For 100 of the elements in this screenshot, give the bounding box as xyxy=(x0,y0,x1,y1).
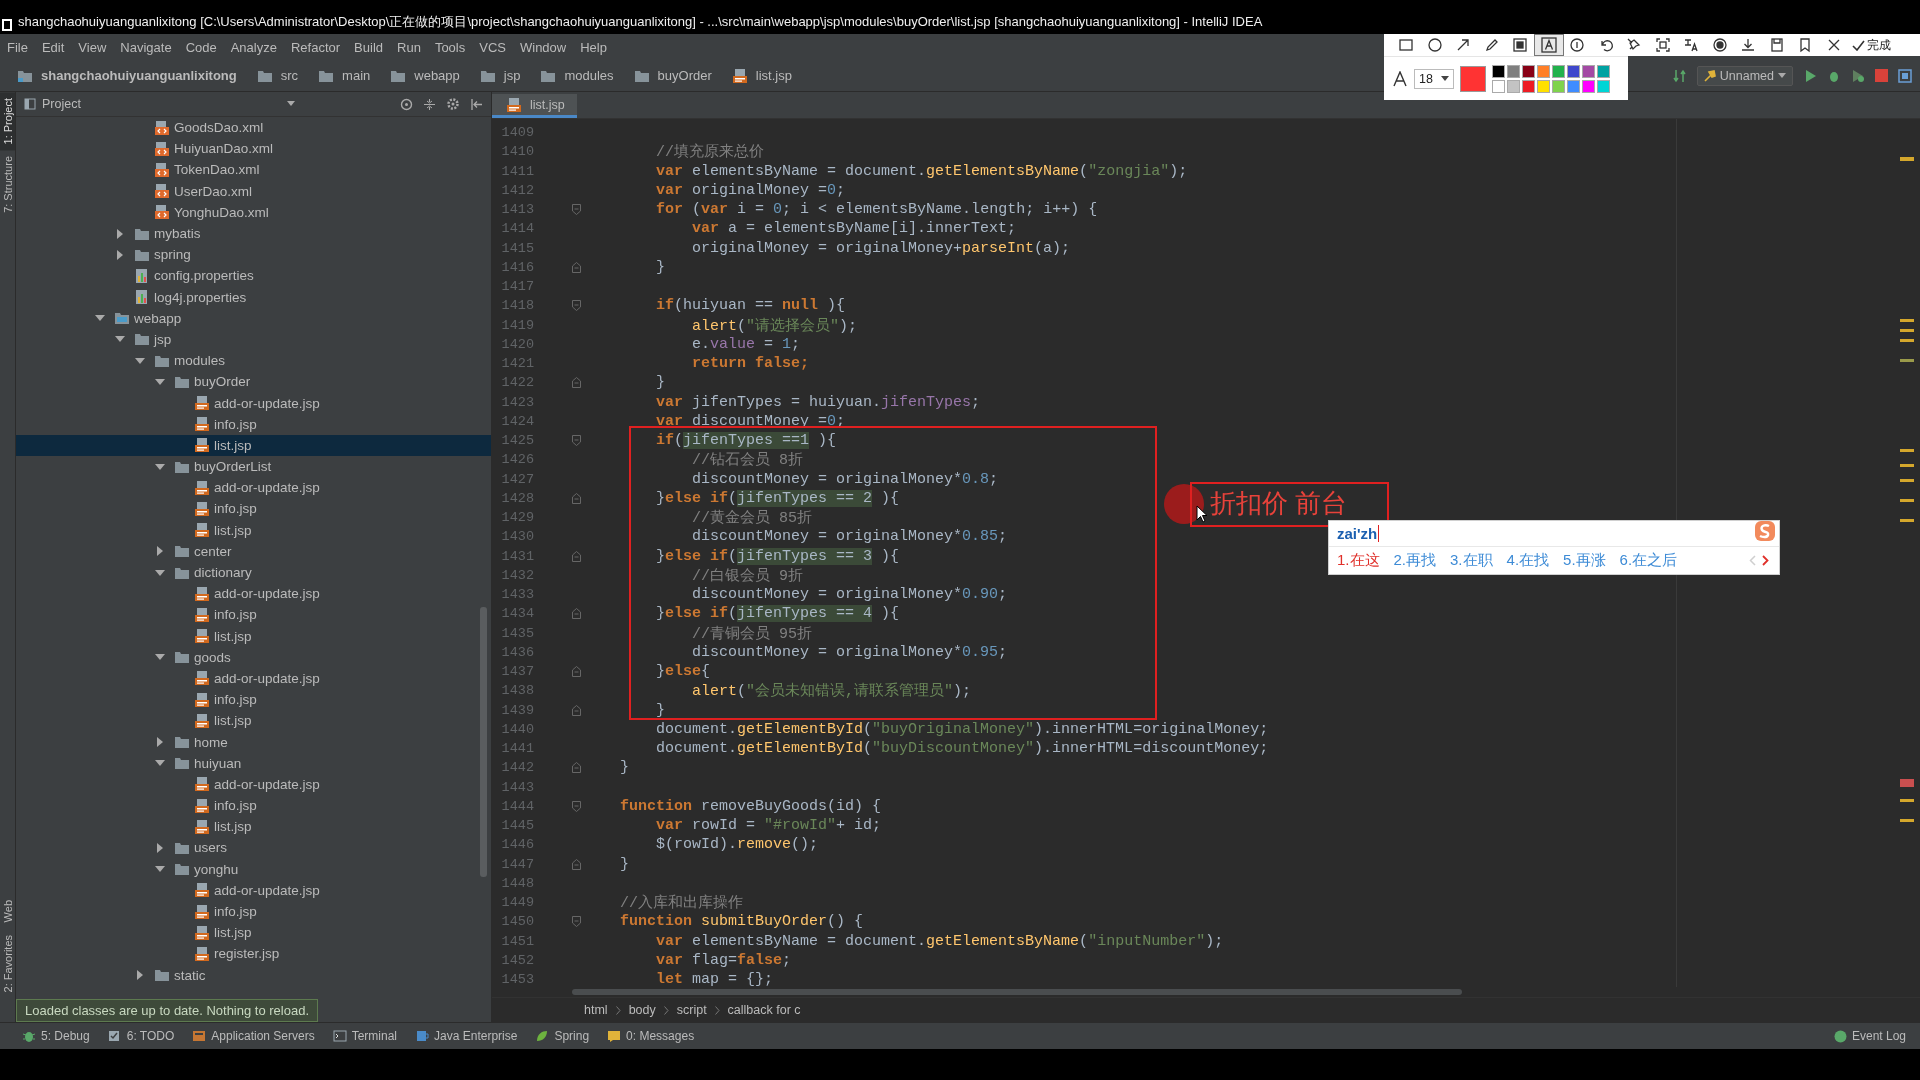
side-tab[interactable]: Web xyxy=(0,894,15,929)
breadcrumb-item[interactable]: html xyxy=(580,1003,612,1017)
tool-window-button[interactable]: 0: Messages xyxy=(607,1029,695,1043)
ime-candidate[interactable]: 1.在这 xyxy=(1337,551,1380,570)
tree-item[interactable]: info.jsp xyxy=(16,900,491,923)
tree-item[interactable]: webapp xyxy=(16,307,491,329)
scrollbar-thumb[interactable] xyxy=(572,989,1462,995)
tree-item[interactable]: info.jsp xyxy=(16,413,491,435)
color-swatch[interactable] xyxy=(1581,64,1595,78)
color-swatch[interactable] xyxy=(1566,79,1580,93)
coverage-icon[interactable] xyxy=(1851,68,1865,83)
fold-icon[interactable] xyxy=(572,608,581,620)
ime-candidate[interactable]: 5.再涨 xyxy=(1563,551,1606,570)
menu-item[interactable]: Navigate xyxy=(113,39,179,55)
menu-item[interactable]: Help xyxy=(573,39,614,55)
collapse-all-icon[interactable] xyxy=(423,97,436,111)
menu-item[interactable]: Code xyxy=(178,39,224,55)
tree-item[interactable]: add-or-update.jsp xyxy=(16,583,491,605)
editor-tab[interactable]: list.jsp xyxy=(492,94,577,118)
fold-icon[interactable] xyxy=(572,800,581,812)
tree-item[interactable]: center xyxy=(16,540,491,562)
breadcrumb-item[interactable]: list.jsp xyxy=(718,67,799,84)
fold-icon[interactable] xyxy=(572,550,581,562)
tree-item[interactable]: mybatis xyxy=(16,222,491,245)
tree-item[interactable]: dictionary xyxy=(16,561,491,584)
ime-candidate[interactable]: 6.在之后 xyxy=(1619,551,1678,570)
side-tab[interactable]: 1: Project xyxy=(0,92,15,151)
tree-item[interactable]: add-or-update.jsp xyxy=(16,667,491,690)
menu-item[interactable]: Window xyxy=(512,39,574,55)
tree-item[interactable]: list.jsp xyxy=(16,625,491,647)
tree-item[interactable]: home xyxy=(16,731,491,753)
menu-item[interactable]: Refactor xyxy=(283,39,348,55)
tree-item[interactable]: buyOrderList xyxy=(16,456,491,478)
annotation-tool-button[interactable] xyxy=(1534,35,1563,55)
tool-window-button[interactable]: Java Enterprise xyxy=(415,1029,518,1043)
tree-item[interactable]: static xyxy=(16,964,491,986)
tree-item[interactable]: add-or-update.jsp xyxy=(16,879,491,901)
tool-window-button[interactable]: 6: TODO xyxy=(107,1029,175,1043)
tree-item[interactable]: jsp xyxy=(16,328,491,351)
menu-item[interactable]: VCS xyxy=(472,39,513,55)
tree-item[interactable]: list.jsp xyxy=(16,434,491,456)
color-swatch[interactable] xyxy=(1566,64,1580,78)
breadcrumb-item[interactable]: buyOrder xyxy=(620,67,719,84)
color-swatch[interactable] xyxy=(1596,79,1610,93)
tree-item[interactable]: add-or-update.jsp xyxy=(16,477,491,499)
scrollbar-thumb[interactable] xyxy=(480,607,487,877)
fold-icon[interactable] xyxy=(572,261,581,273)
color-swatch[interactable] xyxy=(1491,64,1505,78)
color-swatch[interactable] xyxy=(1506,79,1520,93)
color-swatch[interactable] xyxy=(1521,64,1535,78)
tree-item[interactable]: info.jsp xyxy=(16,795,491,817)
fold-icon[interactable] xyxy=(572,492,581,504)
tree-item[interactable]: list.jsp xyxy=(16,519,491,541)
ime-candidate[interactable]: 4.在找 xyxy=(1506,551,1550,570)
tree-item[interactable]: modules xyxy=(16,350,491,372)
fold-icon[interactable] xyxy=(572,204,581,216)
breadcrumb-item[interactable]: jsp xyxy=(466,67,528,84)
menu-item[interactable]: File xyxy=(0,39,35,55)
tree-item[interactable]: info.jsp xyxy=(16,604,491,626)
menu-item[interactable]: View xyxy=(71,39,114,55)
tree-item[interactable]: info.jsp xyxy=(16,689,491,711)
menu-item[interactable]: Build xyxy=(347,39,390,55)
breadcrumb-item[interactable]: webapp xyxy=(377,67,467,84)
run-configuration-dropdown[interactable]: Unnamed xyxy=(1696,65,1793,86)
menu-item[interactable]: Run xyxy=(390,39,428,55)
tool-window-button[interactable]: Application Servers xyxy=(192,1029,315,1043)
vcs-update-icon[interactable] xyxy=(1672,68,1687,83)
tool-window-button[interactable]: 5: Debug xyxy=(22,1029,90,1043)
side-tab[interactable]: 7: Structure xyxy=(0,150,15,220)
hide-panel-icon[interactable] xyxy=(470,97,483,111)
side-tab[interactable]: 2: Favorites xyxy=(0,928,15,998)
tree-item[interactable]: register.jsp xyxy=(16,943,491,965)
fold-icon[interactable] xyxy=(572,300,581,312)
tree-item[interactable]: YonghuDao.xml xyxy=(16,201,491,223)
target-icon[interactable] xyxy=(400,97,413,111)
ime-candidate[interactable]: 2.再找 xyxy=(1393,551,1437,570)
menu-item[interactable]: Analyze xyxy=(223,39,284,55)
breadcrumb-item[interactable]: shangchaohuiyuanguanlixitong xyxy=(4,67,244,84)
next-page-icon[interactable] xyxy=(1762,555,1769,566)
tree-item[interactable]: HuiyuanDao.xml xyxy=(16,138,491,160)
tree-item[interactable]: list.jsp xyxy=(16,922,491,944)
breadcrumb-item[interactable]: callback for c xyxy=(723,1003,805,1017)
tree-item[interactable]: add-or-update.jsp xyxy=(16,773,491,795)
tree-item[interactable]: TokenDao.xml xyxy=(16,159,491,181)
tool-window-button[interactable]: Spring xyxy=(535,1029,590,1043)
font-size-dropdown[interactable]: 18 xyxy=(1414,68,1454,89)
color-swatch[interactable] xyxy=(1551,64,1565,78)
fold-icon[interactable] xyxy=(572,435,581,447)
breadcrumb-item[interactable]: script xyxy=(672,1003,711,1017)
color-swatch[interactable] xyxy=(1491,79,1505,93)
run-icon[interactable] xyxy=(1803,68,1817,83)
current-color-swatch[interactable] xyxy=(1459,65,1486,92)
breadcrumb-item[interactable]: main xyxy=(305,67,378,84)
tree-item[interactable]: buyOrder xyxy=(16,371,491,393)
fold-icon[interactable] xyxy=(572,704,581,716)
tree-item[interactable]: huiyuan xyxy=(16,752,491,774)
color-swatch[interactable] xyxy=(1536,64,1550,78)
project-view-dropdown[interactable]: Project xyxy=(24,97,295,111)
breadcrumb-item[interactable]: body xyxy=(624,1003,660,1017)
color-swatch[interactable] xyxy=(1596,64,1610,78)
